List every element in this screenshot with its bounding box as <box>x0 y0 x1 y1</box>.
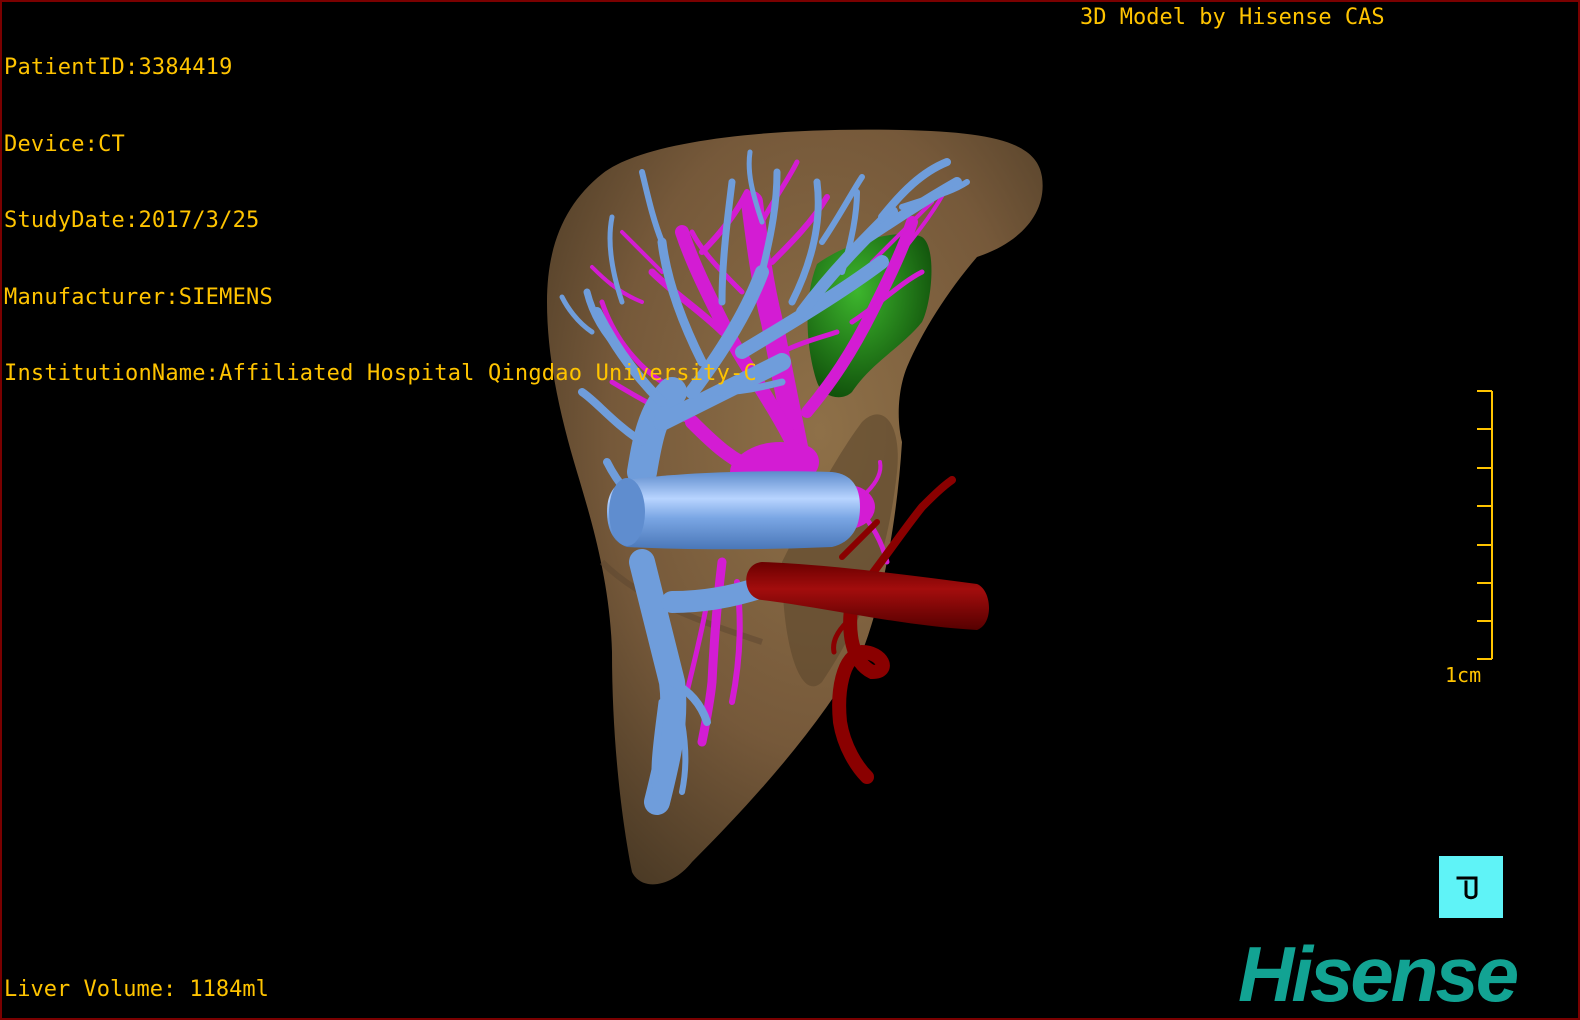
orientation-reset-button[interactable] <box>1439 856 1503 918</box>
study-date-text: StudyDate:2017/3/25 <box>4 208 260 233</box>
manufacturer-text: Manufacturer:SIEMENS <box>4 284 273 310</box>
institution-text: InstitutionName:Affiliated Hospital Qing… <box>4 361 757 386</box>
ivc-end-cap <box>609 478 645 546</box>
model-credit-text: 3D Model by Hisense CAS <box>1080 5 1385 30</box>
3d-viewport[interactable]: PatientID:3384419 Device:CT StudyDate:20… <box>0 0 1580 1020</box>
liver-volume-text: Liver Volume: 1184ml <box>4 977 269 1002</box>
orientation-reset-icon <box>1456 876 1478 900</box>
scale-bar <box>1477 390 1493 660</box>
study-info-overlay: PatientID:3384419 Device:CT StudyDate:20… <box>4 4 757 438</box>
hisense-logo: Hisense <box>1238 930 1519 1018</box>
patient-id-text: PatientID:3384419 <box>4 55 233 80</box>
scale-bar-label: 1cm <box>1445 663 1482 687</box>
device-text: Device:CT <box>4 131 126 157</box>
